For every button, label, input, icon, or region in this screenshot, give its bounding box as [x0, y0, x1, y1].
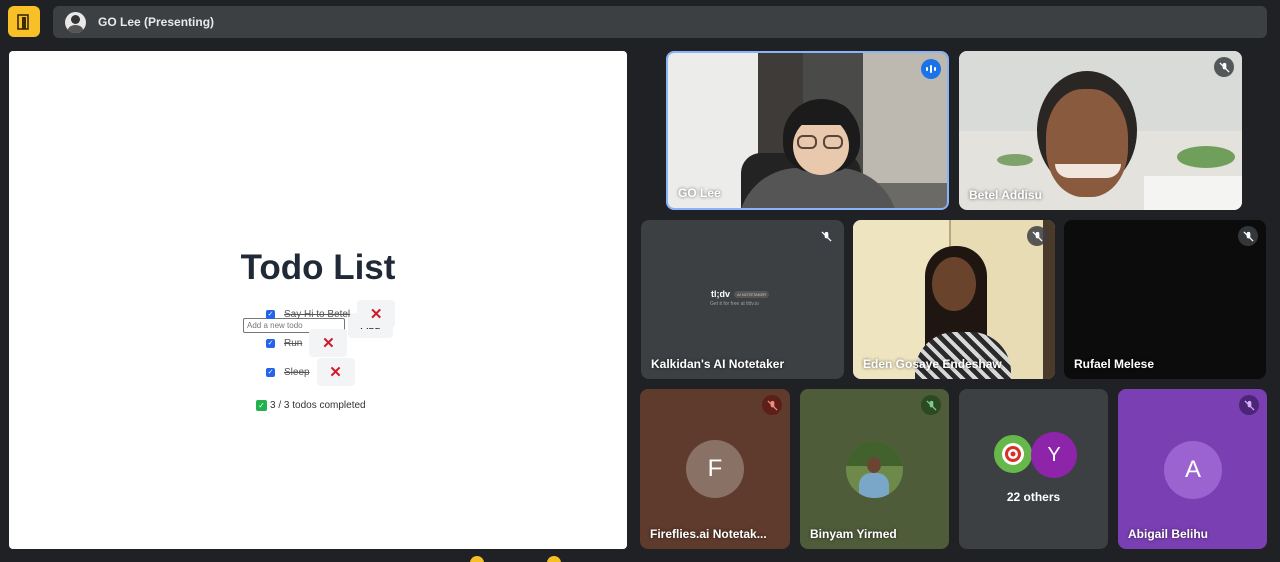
avatar-initial: A	[1184, 456, 1201, 483]
app-icon[interactable]	[8, 6, 40, 37]
reaction-emoji-icon	[547, 556, 561, 562]
close-icon: ✕	[369, 306, 383, 323]
close-icon: ✕	[322, 335, 335, 352]
mic-off-icon	[762, 395, 782, 415]
participant-tile-binyam-yirmed[interactable]: Binyam Yirmed	[800, 389, 949, 549]
todo-item: ✓ Say Hi to Betel ✕	[266, 300, 396, 328]
todo-text: Run	[284, 337, 303, 349]
participant-avatar	[846, 441, 903, 498]
todo-item: ✓ Sleep ✕	[266, 358, 355, 386]
participant-tile-kalkidan-notetaker[interactable]: tl;dv AI NOTETAKER Get it for free at tl…	[641, 220, 844, 379]
todo-checkbox[interactable]: ✓	[266, 338, 275, 348]
participant-avatar: F	[686, 440, 744, 498]
target-avatar-icon	[991, 432, 1035, 476]
participant-tile-betel-addisu[interactable]: Betel Addisu	[959, 51, 1242, 210]
participant-tile-abigail-belihu[interactable]: A Abigail Belihu	[1118, 389, 1267, 549]
participant-tile-eden-gosaye[interactable]: Eden Gosaye Endeshaw	[853, 220, 1055, 379]
todo-item: ✓ Run ✕	[266, 329, 348, 357]
delete-button[interactable]: ✕	[357, 300, 396, 328]
participant-name: Betel Addisu	[969, 188, 1042, 202]
presenter-label: GO Lee (Presenting)	[98, 15, 215, 29]
participant-tile-go-lee[interactable]: GO Lee	[666, 51, 949, 210]
mic-off-icon	[1214, 57, 1234, 77]
avatar-initial: F	[707, 455, 723, 482]
participant-tile-fireflies-notetaker[interactable]: F Fireflies.ai Notetak...	[640, 389, 790, 549]
participant-name: Binyam Yirmed	[810, 527, 897, 541]
todo-checkbox[interactable]: ✓	[266, 309, 275, 319]
presenter-avatar	[65, 11, 86, 33]
close-icon: ✕	[329, 364, 342, 381]
participant-name: Rufael Melese	[1074, 357, 1155, 371]
delete-button[interactable]: ✕	[309, 329, 348, 357]
shared-screen: Todo List Add ✓ Say Hi to Betel ✕ ✓ Run …	[9, 51, 627, 549]
mic-off-icon	[816, 226, 836, 246]
participant-name: Abigail Belihu	[1128, 527, 1209, 541]
notetaker-logo: tl;dv AI NOTETAKER	[711, 289, 770, 299]
delete-button[interactable]: ✕	[316, 358, 355, 386]
others-tile[interactable]: Y 22 others	[959, 389, 1108, 549]
mic-off-icon	[1027, 226, 1047, 246]
participant-name: GO Lee	[678, 186, 721, 200]
presenter-bar: GO Lee (Presenting)	[53, 6, 1267, 38]
todo-text: Sleep	[284, 366, 310, 378]
mic-off-icon	[921, 395, 941, 415]
mic-off-icon	[1239, 395, 1259, 415]
participant-avatar: Y	[1031, 432, 1077, 478]
notetaker-tagline: Get it for free at tldv.io	[710, 301, 759, 307]
speaking-indicator-icon	[921, 59, 941, 79]
todo-text: Say Hi to Betel	[284, 308, 351, 320]
reaction-emoji-icon	[470, 556, 484, 562]
todo-title: Todo List	[240, 248, 396, 287]
check-icon: ✓	[256, 400, 267, 411]
participant-name: Kalkidan's AI Notetaker	[651, 357, 785, 371]
avatar-initial: Y	[1047, 443, 1061, 466]
todo-checkbox[interactable]: ✓	[266, 367, 275, 377]
participant-avatar: A	[1164, 441, 1222, 499]
summary-text: 3 / 3 todos completed	[270, 400, 366, 411]
participant-tile-rufael-melese[interactable]: Rufael Melese	[1064, 220, 1266, 379]
mic-off-icon	[1238, 226, 1258, 246]
others-count: 22 others	[1006, 490, 1061, 504]
notetaker-badge: AI NOTETAKER	[734, 290, 770, 298]
participant-name: Eden Gosaye Endeshaw	[863, 357, 1002, 371]
notetaker-logo-text: tl;dv	[711, 289, 730, 299]
door-icon	[17, 13, 29, 30]
todo-summary: ✓ 3 / 3 todos completed	[256, 400, 366, 411]
participant-name: Fireflies.ai Notetak...	[650, 527, 767, 541]
